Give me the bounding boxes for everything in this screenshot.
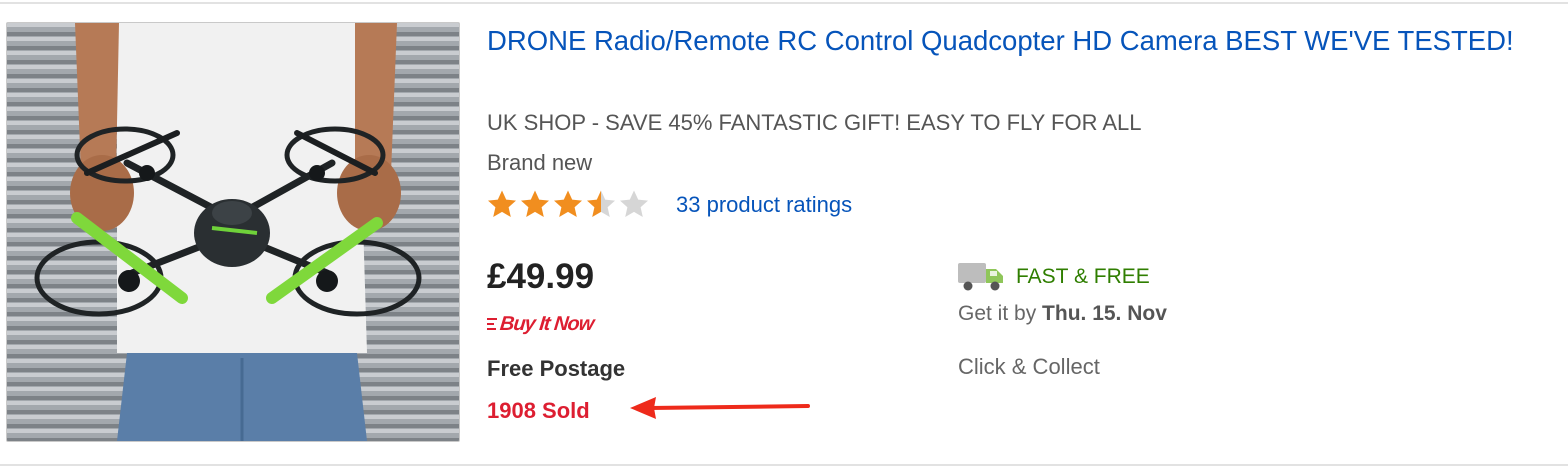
star-filled-icon (521, 190, 549, 217)
drone-product-photo-icon (7, 23, 459, 441)
click-and-collect: Click & Collect (958, 354, 1100, 379)
price: £49.99 (487, 257, 595, 296)
star-rating (487, 189, 649, 219)
star-filled-icon (488, 190, 516, 217)
delivery-prefix: Get it by (958, 302, 1037, 325)
listing-subtitle: UK SHOP - SAVE 45% FANTASTIC GIFT! EASY … (487, 110, 1142, 135)
buy-it-now-badge: Buy It Now (487, 311, 595, 337)
top-divider (0, 2, 1568, 4)
bottom-divider (0, 464, 1568, 466)
buy-it-now-label: Buy It Now (498, 313, 595, 335)
product-ratings-link[interactable]: 33 product ratings (676, 190, 852, 220)
listing-title-link[interactable]: DRONE Radio/Remote RC Control Quadcopter… (487, 22, 1547, 60)
speed-lines-icon (487, 318, 497, 330)
star-filled-icon (554, 190, 582, 217)
sold-count: 1908 Sold (487, 398, 590, 423)
item-condition: Brand new (487, 150, 593, 175)
annotation-arrow-icon (630, 397, 810, 419)
delivery-date: Thu. 15. Nov (1042, 302, 1167, 325)
product-image[interactable] (6, 22, 460, 442)
star-half-icon (587, 190, 615, 217)
delivery-estimate: Get it by Thu. 15. Nov (958, 300, 1167, 328)
postage-info: Free Postage (487, 356, 626, 381)
delivery-truck-icon (958, 263, 1003, 291)
star-empty-icon (620, 190, 648, 217)
shipping-badge: FAST & FREE (1016, 265, 1150, 288)
